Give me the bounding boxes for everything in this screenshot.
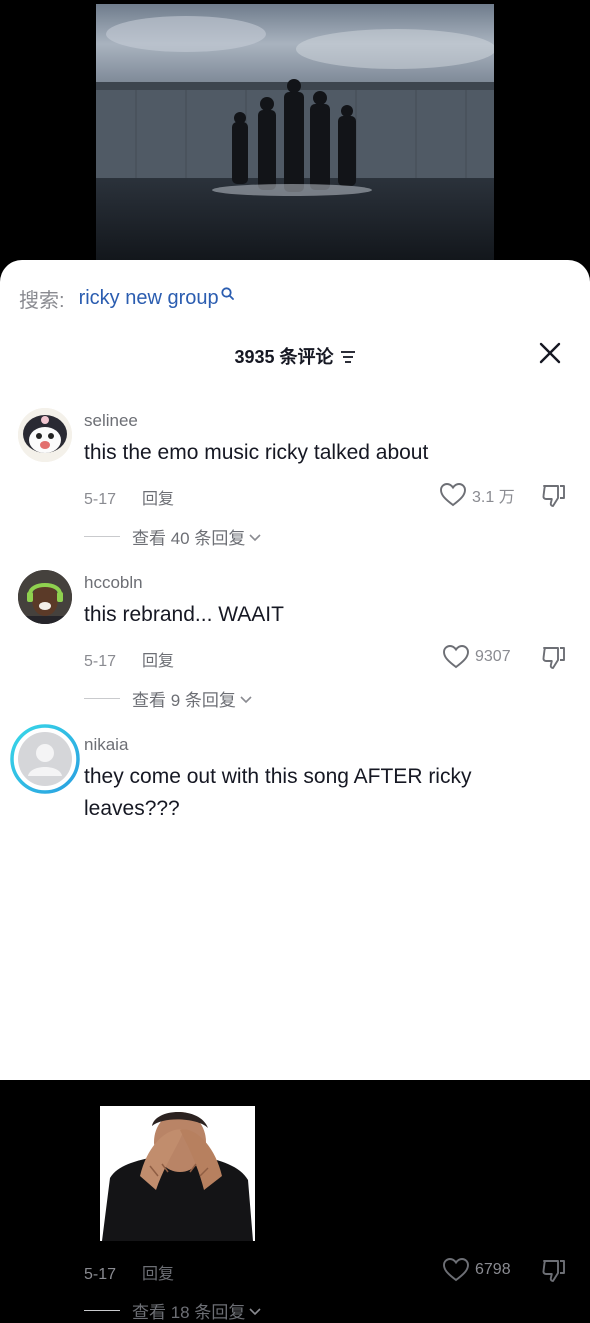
comment-username[interactable]: nikaia — [84, 735, 128, 755]
chevron-down-icon — [249, 527, 261, 547]
like-button[interactable]: 9307 — [443, 645, 511, 669]
like-button[interactable]: 3.1 万 — [440, 483, 515, 507]
search-suggestion[interactable]: 搜索: ricky new group — [19, 284, 234, 313]
view-replies-button[interactable]: 查看 9 条回复 — [84, 686, 252, 711]
divider-line — [84, 698, 120, 699]
chevron-down-icon — [240, 689, 252, 709]
comments-sheet: 搜索: ricky new group 3935 条评论 selinee thi… — [0, 260, 590, 1322]
close-icon[interactable] — [538, 341, 562, 365]
comment-username[interactable]: selinee — [84, 411, 138, 431]
view-replies-label: 查看 9 条回复 — [132, 691, 236, 710]
comment-text: this rebrand... WAAIT — [84, 603, 284, 626]
comment-text: they come out with this song AFTER ricky… — [84, 765, 472, 820]
comment-date: 5-17 — [84, 653, 117, 670]
heart-icon — [443, 645, 469, 669]
comment-date: 5-17 — [84, 491, 117, 508]
chevron-down-icon — [249, 1301, 261, 1321]
comment-text: this the emo music ricky talked about — [84, 441, 429, 464]
search-prefix: 搜索: — [19, 290, 65, 312]
view-replies-label: 查看 40 条回复 — [132, 529, 246, 548]
avatar[interactable] — [18, 408, 72, 462]
heart-icon — [440, 483, 466, 507]
dislike-icon[interactable] — [540, 482, 568, 510]
reply-button[interactable]: 回复 — [142, 653, 174, 670]
comment-meta: 5-17 回复 — [84, 1260, 174, 1284]
view-replies-button[interactable]: 查看 40 条回复 — [84, 524, 261, 549]
comment-meta: 5-17 回复 — [84, 485, 174, 509]
sticker-image — [100, 1106, 255, 1241]
divider-line — [84, 536, 120, 537]
like-count: 9307 — [475, 648, 511, 665]
comment-count: 3935 条评论 — [234, 347, 334, 367]
like-count: 6798 — [475, 1261, 511, 1278]
reply-button[interactable]: 回复 — [142, 1266, 174, 1283]
heart-icon — [443, 1258, 469, 1282]
avatar-with-story-ring[interactable] — [10, 724, 80, 794]
search-icon — [221, 283, 234, 306]
sort-filter-icon[interactable] — [340, 348, 356, 369]
avatar[interactable] — [18, 570, 72, 624]
divider-line — [84, 1310, 120, 1311]
video-player[interactable] — [0, 0, 590, 300]
video-thumbnail — [96, 4, 494, 262]
dislike-icon[interactable] — [540, 644, 568, 672]
view-replies-button[interactable]: 查看 18 条回复 — [84, 1298, 261, 1323]
comment-date: 5-17 — [84, 1266, 117, 1283]
like-count: 3.1 万 — [472, 489, 515, 506]
view-replies-label: 查看 18 条回复 — [132, 1303, 246, 1322]
search-query-link[interactable]: ricky new group — [79, 287, 219, 310]
comment-count-header: 3935 条评论 — [0, 343, 590, 369]
dislike-icon[interactable] — [540, 1257, 568, 1285]
comment-meta: 5-17 回复 — [84, 647, 174, 671]
reply-button[interactable]: 回复 — [142, 491, 174, 508]
comment-username[interactable]: hccobln — [84, 573, 143, 593]
like-button[interactable]: 6798 — [443, 1258, 511, 1282]
